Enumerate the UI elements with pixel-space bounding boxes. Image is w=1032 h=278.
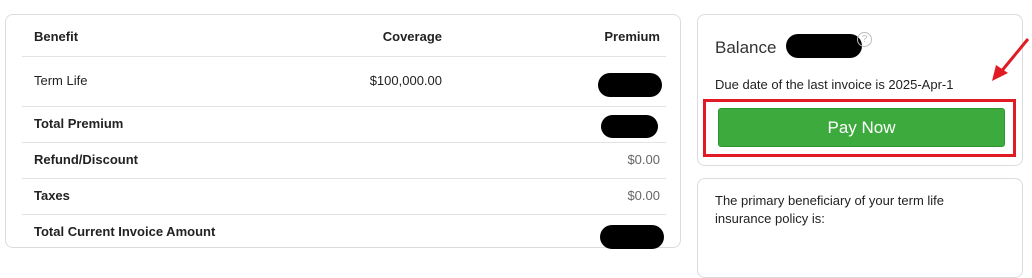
total-invoice-label: Total Current Invoice Amount bbox=[34, 224, 216, 239]
table-row: Taxes $0.00 bbox=[22, 179, 666, 215]
coverage-amount: $100,000.00 bbox=[369, 73, 442, 88]
redacted-total-invoice bbox=[600, 225, 664, 249]
beneficiary-text: The primary beneficiary of your term lif… bbox=[715, 193, 945, 226]
total-premium-label: Total Premium bbox=[34, 116, 124, 131]
red-arrow-icon bbox=[992, 38, 1030, 81]
taxes-value: $0.00 bbox=[627, 188, 660, 203]
due-date-text: Due date of the last invoice is 2025-Apr… bbox=[715, 77, 954, 92]
table-header-row: Benefit Coverage Premium bbox=[22, 17, 666, 57]
premium-column-header: Premium bbox=[604, 29, 660, 44]
redacted-premium bbox=[598, 73, 662, 97]
table-row: Refund/Discount $0.00 bbox=[22, 143, 666, 179]
balance-title: Balance bbox=[715, 38, 777, 57]
table-row: Total Premium bbox=[22, 107, 666, 143]
help-icon[interactable]: ? bbox=[857, 32, 872, 47]
benefit-name: Term Life bbox=[34, 73, 88, 88]
refund-discount-label: Refund/Discount bbox=[34, 152, 138, 167]
table-row: Term Life $100,000.00 bbox=[22, 57, 666, 107]
pay-now-button[interactable]: Pay Now bbox=[718, 108, 1005, 147]
table-row: Total Current Invoice Amount bbox=[22, 215, 666, 251]
beneficiary-card: The primary beneficiary of your term lif… bbox=[697, 178, 1023, 278]
pay-now-highlight: Pay Now bbox=[703, 99, 1016, 157]
coverage-column-header: Coverage bbox=[382, 29, 442, 44]
invoice-summary-card: Benefit Coverage Premium Term Life $100,… bbox=[5, 14, 681, 251]
redacted-balance bbox=[786, 34, 862, 58]
redacted-total-premium bbox=[601, 115, 658, 138]
benefit-column-header: Benefit bbox=[34, 29, 79, 44]
refund-discount-value: $0.00 bbox=[627, 152, 660, 167]
taxes-label: Taxes bbox=[34, 188, 70, 203]
balance-card: Balance ? Due date of the last invoice i… bbox=[697, 14, 1023, 166]
